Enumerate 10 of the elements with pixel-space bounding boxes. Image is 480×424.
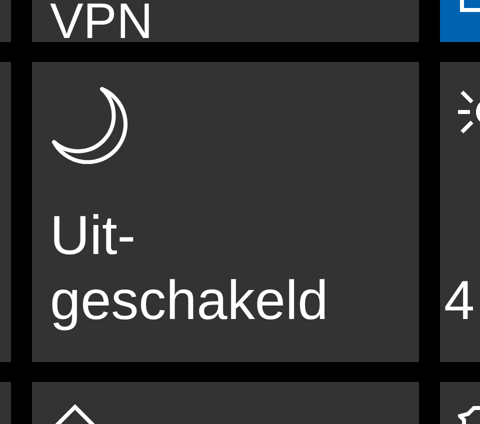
quick-action-tile[interactable]: VPN: [32, 0, 419, 42]
tile-label: VPN: [50, 0, 153, 42]
quick-action-tile[interactable]: 4: [440, 62, 480, 362]
tile-label: Uit-geschakeld: [50, 203, 328, 333]
quick-action-tile[interactable]: [440, 0, 480, 42]
moon-icon: [50, 84, 130, 164]
tile-label: 4: [444, 268, 475, 333]
quick-action-tile[interactable]: Uit-geschakeld: [32, 62, 419, 362]
quick-action-tile[interactable]: [32, 382, 419, 424]
quick-action-tile[interactable]: [440, 382, 480, 424]
